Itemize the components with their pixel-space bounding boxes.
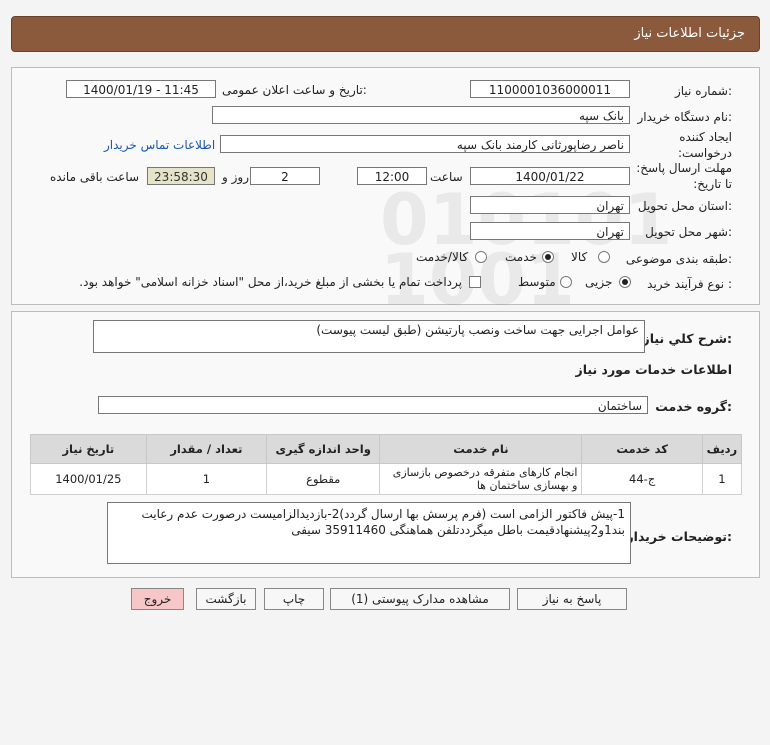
services-table: ردیف کد خدمت نام خدمت واحد اندازه گیری ت… — [30, 434, 743, 495]
cell-row: 1 — [701, 463, 743, 495]
view-attachments-button[interactable]: مشاهده مدارک پیوستی (1) — [330, 588, 510, 610]
category-option-service: خدمت — [505, 250, 537, 264]
service-group-label: گروه خدمت: — [655, 399, 732, 414]
cell-qty: 1 — [145, 463, 268, 495]
city-label: شهر محل تحویل: — [645, 225, 732, 239]
service-group-field: ساختمان — [98, 396, 648, 414]
reply-button[interactable]: پاسخ به نیاز — [517, 588, 627, 610]
requester-field: ناصر رضاپورثانی کارمند بانک سپه — [220, 135, 630, 153]
table-row: 1 ج-44 انجام کارهای متفرقه درخصوص بازساز… — [30, 463, 743, 495]
process-radio-minor[interactable] — [619, 276, 631, 288]
exit-button[interactable]: خروج — [131, 588, 184, 610]
buyer-contact-link[interactable]: اطلاعات تماس خریدار — [104, 138, 215, 152]
category-radio-service[interactable] — [542, 251, 554, 263]
remaining-timer: 23:58:30 — [147, 167, 215, 185]
services-section-title: اطلاعات خدمات مورد نیاز — [575, 362, 733, 377]
deadline-label: مهلت ارسال پاسخ: تا تاریخ: — [636, 161, 732, 191]
days-field: 2 — [250, 167, 320, 185]
category-option-goods-service: کالا/خدمت — [416, 250, 469, 264]
col-row: ردیف — [701, 434, 743, 464]
province-label: استان محل تحویل: — [637, 199, 732, 213]
process-label: نوع فرآیند خرید : — [647, 277, 732, 291]
page-title: جزئیات اطلاعات نیاز — [634, 26, 745, 41]
summary-field: عوامل اجرایی جهت ساخت ونصب پارتیشن (طبق … — [93, 320, 645, 353]
col-name: نام خدمت — [379, 434, 583, 464]
category-radio-goods-service[interactable] — [475, 251, 487, 263]
treasury-payment-checkbox[interactable] — [469, 276, 481, 288]
buyer-org-label: نام دستگاه خریدار: — [637, 110, 733, 124]
col-code: کد خدمت — [581, 434, 703, 464]
buyer-notes-field: 1-پیش فاکتور الزامی است (فرم پرسش بها ار… — [107, 502, 631, 564]
col-date: تاریخ نیاز — [30, 434, 147, 464]
page-header: جزئیات اطلاعات نیاز — [11, 16, 760, 52]
print-button[interactable]: چاپ — [264, 588, 324, 610]
summary-label: شرح کلي نیاز: — [642, 331, 733, 346]
buyer-notes-label: توضیحات خریدار: — [626, 529, 732, 544]
category-radio-goods[interactable] — [598, 251, 610, 263]
process-option-medium: متوسط — [518, 275, 556, 289]
category-label: طبقه بندی موضوعی: — [625, 252, 732, 266]
deadline-date-field: 1400/01/22 — [470, 167, 630, 185]
category-option-goods: کالا — [571, 250, 588, 264]
cell-code: ج-44 — [581, 463, 703, 495]
process-option-minor: جزیی — [585, 275, 613, 289]
table-header-row: ردیف کد خدمت نام خدمت واحد اندازه گیری ت… — [30, 434, 743, 464]
buyer-org-field: بانک سپه — [212, 106, 630, 124]
col-unit: واحد اندازه گیری — [266, 434, 381, 464]
announce-field: 1400/01/19 - 11:45 — [66, 80, 216, 98]
days-label: روز و — [222, 170, 249, 184]
remaining-label: ساعت باقی مانده — [50, 170, 140, 184]
back-button[interactable]: بازگشت — [196, 588, 256, 610]
announce-label: تاریخ و ساعت اعلان عمومی: — [222, 83, 367, 97]
cell-unit: مقطوع — [266, 463, 381, 495]
cell-date: 1400/01/25 — [30, 463, 147, 495]
payment-note: پرداخت تمام یا بخشی از مبلغ خرید،از محل … — [79, 275, 462, 289]
deadline-time-label: ساعت — [430, 170, 463, 184]
requester-label: ایجاد کننده درخواست: — [678, 130, 732, 160]
process-radio-medium[interactable] — [560, 276, 572, 288]
city-field: تهران — [470, 222, 630, 240]
need-number-label: شماره نیاز: — [674, 84, 732, 98]
deadline-time-field: 12:00 — [357, 167, 427, 185]
cell-name: انجام کارهای متفرقه درخصوص بازسازی و بهس… — [379, 463, 583, 495]
need-number-field: 1100001036000011 — [470, 80, 630, 98]
col-qty: تعداد / مقدار — [145, 434, 268, 464]
province-field: تهران — [470, 196, 630, 214]
